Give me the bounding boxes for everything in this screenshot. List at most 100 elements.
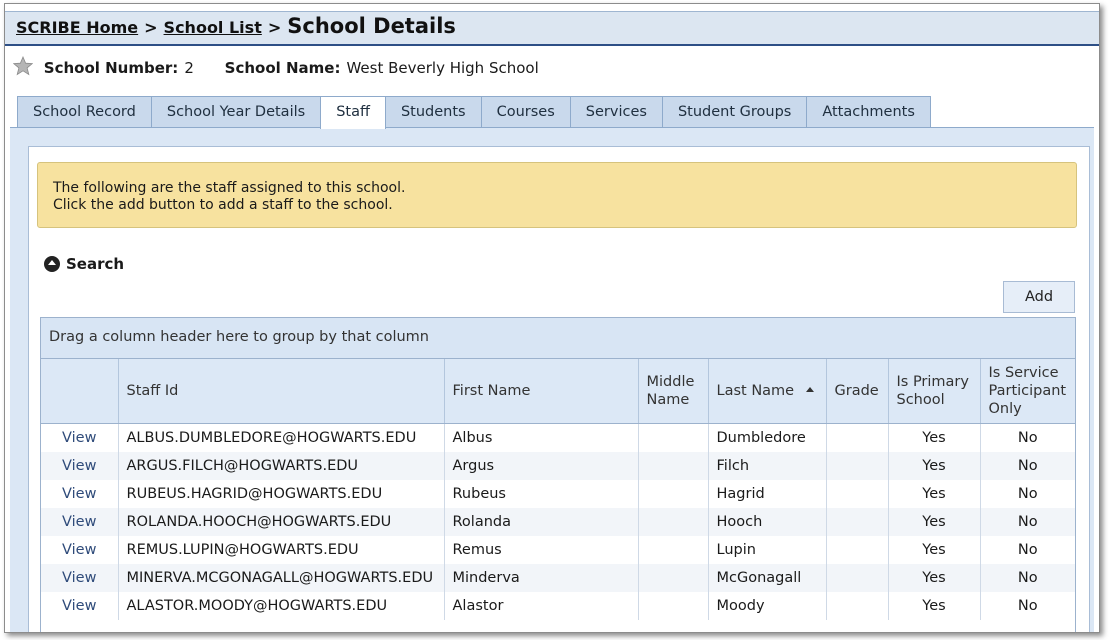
column-header-is-primary-school[interactable]: Is Primary School: [888, 359, 981, 424]
cell-first-name: Rolanda: [444, 508, 639, 536]
view-link[interactable]: View: [41, 564, 119, 592]
column-header-label: Is Service Participant Only: [988, 365, 1067, 417]
cell-middle-name: [638, 564, 709, 592]
school-name-label: School Name:: [224, 59, 341, 77]
cell-first-name: Alastor: [444, 592, 639, 620]
cell-is-service-participant-only: No: [980, 564, 1075, 592]
cell-last-name: Hooch: [708, 508, 827, 536]
view-link[interactable]: View: [41, 508, 119, 536]
tab-attachments[interactable]: Attachments: [806, 96, 931, 127]
column-header-label: First Name: [452, 383, 531, 399]
tab-school-record[interactable]: School Record: [17, 96, 152, 127]
column-header-is-service-participant-only[interactable]: Is Service Participant Only: [980, 359, 1075, 424]
cell-middle-name: [638, 508, 709, 536]
cell-middle-name: [638, 423, 709, 452]
view-link[interactable]: View: [41, 592, 119, 620]
notice-line: Click the add button to add a staff to t…: [53, 197, 393, 213]
cell-grade: [826, 536, 889, 564]
cell-grade: [826, 564, 889, 592]
column-header-label: Middle Name: [646, 374, 695, 408]
cell-grade: [826, 423, 889, 452]
cell-is-service-participant-only: No: [1017, 486, 1038, 502]
cell-is-primary-school: Yes: [888, 423, 981, 452]
tab-courses[interactable]: Courses: [480, 96, 571, 127]
column-header-staff-id[interactable]: Staff Id: [118, 359, 445, 424]
app-window: SCRIBE Home > School List > School Details S…: [4, 3, 1100, 633]
breadcrumb-separator: >: [144, 18, 158, 37]
cell-staff-id: ALBUS.DUMBLEDORE@HOGWARTS.EDU: [118, 423, 445, 452]
star-icon[interactable]: [12, 55, 34, 80]
cell-is-service-participant-only: No: [980, 452, 1075, 480]
cell-last-name: Hagrid: [708, 480, 827, 508]
cell-is-primary-school: Yes: [888, 508, 981, 536]
cell-staff-id: ARGUS.FILCH@HOGWARTS.EDU: [118, 452, 445, 480]
cell-grade: [826, 508, 889, 536]
cell-last-name: McGonagall: [708, 564, 827, 592]
cell-is-service-participant-only: No: [1017, 430, 1038, 446]
table-row[interactable]: View ROLANDA.HOOCH@HOGWARTS.EDU Rolanda Hoo…: [41, 508, 1075, 536]
column-header-middle-name[interactable]: Middle Name: [638, 359, 709, 424]
title-bar: SCRIBE Home > School List > School Details: [5, 11, 1099, 46]
cell-staff-id: MINERVA.MCGONAGALL@HOGWARTS.EDU: [118, 564, 445, 592]
table-row[interactable]: View MINERVA.MCGONAGALL@HOGWARTS.EDU Minde…: [41, 564, 1075, 592]
cell-grade: [826, 592, 889, 620]
staff-tab-panel: The following are the staff assigned to …: [10, 127, 1094, 632]
header-row: Staff Id First Name Middle Name Last Nam…: [41, 359, 1075, 424]
school-number-label: School Number:: [43, 59, 179, 77]
cell-staff-id: RUBEUS.HAGRID@HOGWARTS.EDU: [118, 480, 445, 508]
info-notice: The following are the staff assigned to …: [37, 162, 1077, 228]
view-link[interactable]: View: [41, 423, 119, 452]
cell-middle-name: [638, 592, 709, 620]
search-label: Search: [66, 255, 125, 273]
view-link[interactable]: View: [41, 480, 119, 508]
school-name-value: West Beverly High School: [346, 59, 539, 77]
search-toggle[interactable]: Search: [44, 255, 124, 273]
cell-last-name: Dumbledore: [708, 423, 827, 452]
view-link[interactable]: View: [41, 452, 119, 480]
cell-middle-name: [638, 536, 709, 564]
column-header-label: Last Name: [716, 383, 795, 399]
breadcrumb: SCRIBE Home > School List > School Details: [16, 14, 456, 38]
breadcrumb-school-list-link[interactable]: School List: [164, 18, 262, 37]
cell-staff-id: REMUS.LUPIN@HOGWARTS.EDU: [118, 536, 445, 564]
breadcrumb-separator: >: [267, 18, 282, 37]
table-row[interactable]: View ALBUS.DUMBLEDORE@HOGWARTS.EDU Albus Du…: [41, 423, 1075, 452]
staff-table-body: View ALBUS.DUMBLEDORE@HOGWARTS.EDU Albus Du…: [41, 423, 1075, 620]
table-row[interactable]: View RUBEUS.HAGRID@HOGWARTS.EDU Rubeus Hagr…: [41, 480, 1075, 508]
table-row[interactable]: View REMUS.LUPIN@HOGWARTS.EDU Remus Lupin Ye…: [41, 536, 1075, 564]
column-header-action: [41, 359, 119, 424]
cell-first-name: Remus: [444, 536, 639, 564]
add-button[interactable]: Add: [1003, 281, 1075, 313]
breadcrumb-home-link[interactable]: SCRIBE Home: [16, 18, 138, 37]
tab-student-groups[interactable]: Student Groups: [661, 96, 808, 127]
group-by-area[interactable]: Drag a column header here to group by th…: [41, 318, 1075, 359]
cell-staff-id: ALASTOR.MOODY@HOGWARTS.EDU: [118, 592, 445, 620]
notice-line: The following are the staff assigned to …: [53, 180, 406, 196]
column-header-last-name[interactable]: Last Name: [708, 359, 827, 424]
page-title: School Details: [287, 14, 456, 38]
tab-bar: School Record School Year Details Staff …: [17, 96, 931, 129]
school-number-value: 2: [184, 59, 194, 77]
tab-school-year-details[interactable]: School Year Details: [150, 96, 322, 127]
tab-students[interactable]: Students: [384, 96, 482, 127]
cell-is-primary-school: Yes: [888, 480, 981, 508]
column-header-grade[interactable]: Grade: [826, 359, 889, 424]
school-info: School Number: 2 School Name: West Beverly…: [12, 55, 565, 80]
sort-ascending-icon: [806, 387, 815, 392]
cell-grade: [826, 480, 889, 508]
cell-last-name: Lupin: [708, 536, 827, 564]
table-row[interactable]: View ALASTOR.MOODY@HOGWARTS.EDU Alastor Moo…: [41, 592, 1075, 620]
column-header-first-name[interactable]: First Name: [444, 359, 639, 424]
tab-services[interactable]: Services: [569, 96, 663, 127]
tab-staff[interactable]: Staff: [320, 96, 386, 129]
table-row[interactable]: View ARGUS.FILCH@HOGWARTS.EDU Argus Filch Ye…: [41, 452, 1075, 480]
column-header-label: Is Primary School: [896, 374, 969, 408]
cell-first-name: Albus: [444, 423, 639, 452]
cell-last-name: Filch: [708, 452, 827, 480]
collapse-arrow-icon: [44, 256, 60, 272]
staff-grid: Drag a column header here to group by th…: [40, 317, 1076, 632]
column-header-label: Staff Id: [126, 383, 179, 399]
cell-is-primary-school: Yes: [888, 592, 981, 620]
cell-first-name: Rubeus: [444, 480, 639, 508]
view-link[interactable]: View: [41, 536, 119, 564]
